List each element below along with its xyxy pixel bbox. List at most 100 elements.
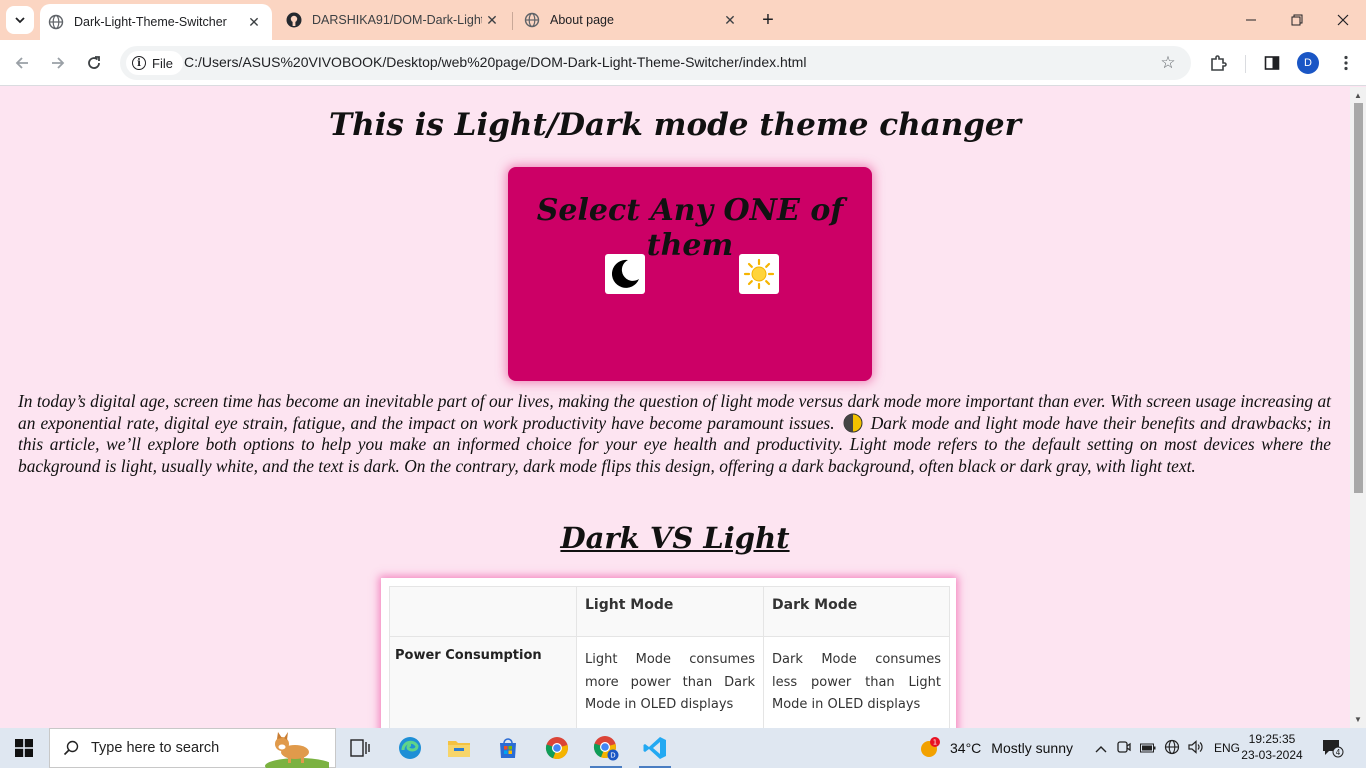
arrow-right-icon <box>52 57 65 69</box>
close-window-button[interactable] <box>1320 0 1366 40</box>
table-header-light: Light Mode <box>576 586 764 637</box>
sun-icon <box>743 258 775 290</box>
table-header-dark: Dark Mode <box>763 586 950 637</box>
file-explorer-icon <box>448 741 470 757</box>
weather-sun-icon: 1 <box>921 737 940 757</box>
volume-icon[interactable] <box>1184 739 1208 757</box>
show-hidden-icons-chevron-icon[interactable] <box>1090 741 1112 756</box>
moon-icon <box>611 259 639 288</box>
intro-paragraph: In today’s digital age, screen time has … <box>18 391 1331 477</box>
weather-widget[interactable]: 1 34°C Mostly sunny <box>918 728 1073 768</box>
cell-light: Light Mode consumes more power than Dark… <box>576 636 764 728</box>
taskbar-search-box[interactable]: Type here to search <box>49 728 336 768</box>
comparison-table: Light Mode Dark Mode Power Consumption L… <box>389 586 950 728</box>
forward-button[interactable] <box>44 49 72 77</box>
browser-toolbar: i File C:/Users/ASUS%20VIVOBOOK/Desktop/… <box>0 40 1366 86</box>
url-text[interactable]: C:/Users/ASUS%20VIVOBOOK/Desktop/web%20p… <box>184 54 806 70</box>
clock[interactable]: 19:25:35 23-03-2024 <box>1240 731 1304 763</box>
reload-button[interactable] <box>80 49 108 77</box>
bookmark-star-icon[interactable]: ☆ <box>1157 52 1179 74</box>
tab-separator <box>512 12 513 30</box>
side-panel-button[interactable] <box>1258 49 1286 77</box>
comparison-table-container: Light Mode Dark Mode Power Consumption L… <box>381 578 956 728</box>
chevron-down-icon <box>15 17 25 24</box>
start-button[interactable] <box>0 728 48 768</box>
section-title: Dark VS Light <box>560 521 790 555</box>
search-placeholder: Type here to search <box>91 740 220 756</box>
side-panel-icon <box>1264 56 1280 70</box>
weather-temp: 34°C <box>950 740 982 756</box>
vscode-icon <box>643 737 666 759</box>
store-app[interactable] <box>484 728 532 768</box>
edge-app[interactable] <box>386 728 434 768</box>
close-icon[interactable]: ✕ <box>482 10 502 30</box>
network-globe-icon[interactable] <box>1160 739 1184 758</box>
vertical-scrollbar[interactable]: ▲ ▼ <box>1350 87 1366 728</box>
chrome-icon <box>545 737 568 760</box>
arrow-left-icon <box>15 57 28 69</box>
globe-icon <box>48 14 64 30</box>
windows-logo-icon <box>15 739 33 757</box>
restore-icon <box>1291 14 1303 26</box>
reload-icon <box>88 56 100 69</box>
scroll-up-arrow-icon[interactable]: ▲ <box>1354 91 1362 100</box>
globe-icon <box>524 12 540 28</box>
battery-icon[interactable] <box>1136 741 1160 756</box>
notification-icon: 4 <box>1323 740 1344 758</box>
tab-search-button[interactable] <box>6 6 34 34</box>
theme-selector-card: Select Any ONE of them <box>508 167 872 381</box>
meet-now-icon[interactable] <box>1112 740 1136 757</box>
close-icon[interactable]: ✕ <box>720 10 740 30</box>
notification-center-button[interactable]: 4 <box>1322 728 1344 768</box>
scrollbar-thumb[interactable] <box>1354 103 1363 493</box>
dark-mode-button[interactable] <box>605 254 645 294</box>
clock-time: 19:25:35 <box>1248 732 1296 746</box>
edge-icon <box>399 737 421 759</box>
kebab-menu-icon <box>1344 55 1348 71</box>
toolbar-divider <box>1245 55 1246 73</box>
file-explorer-app[interactable] <box>435 728 483 768</box>
restore-button[interactable] <box>1274 0 1320 40</box>
page-title: This is Light/Dark mode theme changer <box>329 107 1021 143</box>
clock-date: 23-03-2024 <box>1241 748 1303 762</box>
tab-title: DARSHIKA91/DOM-Dark-Light- <box>312 13 482 27</box>
light-mode-button[interactable] <box>739 254 779 294</box>
task-view-button[interactable] <box>336 728 384 768</box>
table-row: Power Consumption Light Mode consumes mo… <box>389 636 950 728</box>
back-button[interactable] <box>8 49 36 77</box>
new-tab-button[interactable]: + <box>756 8 780 32</box>
tab-about-page[interactable]: About page ✕ <box>516 0 748 40</box>
scroll-down-arrow-icon[interactable]: ▼ <box>1354 715 1362 724</box>
address-bar[interactable]: i File C:/Users/ASUS%20VIVOBOOK/Desktop/… <box>120 46 1191 80</box>
svg-text:D: D <box>610 752 615 760</box>
site-info-label: File <box>152 55 173 71</box>
weather-badge: 1 <box>933 739 937 747</box>
minimize-icon <box>1246 19 1256 21</box>
table-header-empty <box>389 586 577 637</box>
chrome-profile-icon: D <box>593 736 619 761</box>
tab-title: Dark-Light-Theme-Switcher <box>74 15 227 29</box>
vscode-app[interactable] <box>631 728 679 768</box>
extensions-button[interactable] <box>1204 49 1232 77</box>
cell-dark: Dark Mode consumes less power than Light… <box>763 636 950 728</box>
chrome-app[interactable] <box>533 728 581 768</box>
half-moon-emoji-icon <box>843 413 863 432</box>
github-icon <box>286 12 302 28</box>
taskbar: Type here to search D 1 34°C Mostly sunn… <box>0 728 1366 768</box>
tab-github[interactable]: DARSHIKA91/DOM-Dark-Light- ✕ <box>278 0 510 40</box>
search-icon <box>63 740 79 756</box>
chrome-profile-app[interactable]: D <box>582 728 630 768</box>
row-label: Power Consumption <box>389 636 577 728</box>
menu-button[interactable] <box>1332 49 1360 77</box>
page-viewport: This is Light/Dark mode theme changer Se… <box>0 87 1350 728</box>
minimize-button[interactable] <box>1228 0 1274 40</box>
tab-dark-light-theme-switcher[interactable]: Dark-Light-Theme-Switcher ✕ <box>40 4 272 40</box>
language-indicator[interactable]: ENG <box>1214 741 1240 755</box>
system-tray: ENG <box>1090 728 1240 768</box>
tab-strip: Dark-Light-Theme-Switcher ✕ DARSHIKA91/D… <box>0 0 1366 40</box>
profile-avatar[interactable]: D <box>1297 52 1319 74</box>
close-icon[interactable]: ✕ <box>244 12 264 32</box>
info-icon: i <box>132 56 146 70</box>
site-info-chip[interactable]: i File <box>126 51 183 75</box>
store-icon <box>500 738 516 758</box>
